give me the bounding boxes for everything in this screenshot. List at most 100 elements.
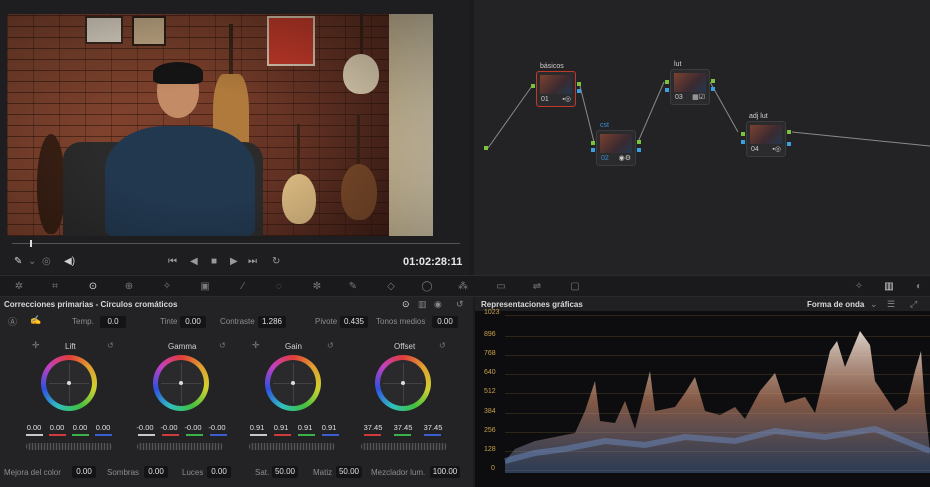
- source-input-dot[interactable]: [484, 146, 488, 150]
- node-output-dot[interactable]: [577, 89, 581, 93]
- shadows-field[interactable]: 0.00: [144, 466, 168, 478]
- window-icon[interactable]: ◇: [384, 280, 398, 293]
- white-balance-picker-icon[interactable]: ✍: [30, 315, 41, 326]
- hdr-icon[interactable]: ▣: [198, 280, 212, 293]
- node-output-dot[interactable]: [711, 87, 715, 91]
- play-icon[interactable]: ▶: [230, 256, 238, 268]
- chevron-down-icon[interactable]: ⌄: [870, 299, 878, 310]
- gamma-b[interactable]: -0.00: [206, 423, 228, 432]
- crosshair-icon[interactable]: ✛: [32, 340, 40, 351]
- 3d-icon[interactable]: ✧: [852, 280, 866, 293]
- node-basicos[interactable]: 01 ▪◎: [536, 71, 576, 107]
- wheels-mode-icon[interactable]: ⊙: [402, 299, 410, 310]
- node-input-dot[interactable]: [591, 141, 595, 145]
- camera-raw-icon[interactable]: ✲: [12, 280, 26, 293]
- lift-b[interactable]: 0.00: [92, 423, 114, 432]
- color-boost-field[interactable]: 0.00: [72, 466, 96, 478]
- node-input-dot[interactable]: [591, 148, 595, 152]
- gain-wheel[interactable]: [265, 355, 321, 411]
- gain-y[interactable]: 0.91: [246, 423, 268, 432]
- node-output-dot[interactable]: [637, 148, 641, 152]
- crosshair-icon[interactable]: ✛: [252, 340, 260, 351]
- offset-master-wheel[interactable]: [361, 443, 447, 450]
- color-wheels-icon[interactable]: ⊙: [86, 280, 100, 293]
- node-input-dot[interactable]: [741, 140, 745, 144]
- rgb-mixer-icon[interactable]: ⊕: [122, 280, 136, 293]
- pivot-field[interactable]: 0.435: [340, 316, 368, 328]
- volume-icon[interactable]: ◀): [64, 256, 75, 268]
- wheel-puck[interactable]: [291, 381, 295, 385]
- offset-r[interactable]: 37.45: [360, 423, 386, 432]
- reset-icon[interactable]: ↺: [107, 341, 114, 350]
- node-cst[interactable]: 02 ◉⚙: [596, 130, 636, 166]
- node-input-dot[interactable]: [665, 88, 669, 92]
- curves-icon[interactable]: ∕: [236, 280, 250, 293]
- more-icon[interactable]: ◐: [912, 280, 926, 293]
- picker-icon[interactable]: ✎: [14, 256, 22, 268]
- highlights-field[interactable]: 0.00: [207, 466, 231, 478]
- gain-r[interactable]: 0.91: [270, 423, 292, 432]
- lift-g[interactable]: 0.00: [69, 423, 91, 432]
- offset-g[interactable]: 37.45: [390, 423, 416, 432]
- node-output-dot[interactable]: [577, 82, 581, 86]
- playhead[interactable]: [30, 240, 32, 247]
- color-warper-icon[interactable]: ◌: [272, 280, 286, 293]
- audio-icon[interactable]: ◎: [42, 256, 51, 268]
- contrast-field[interactable]: 1.286: [258, 316, 286, 328]
- node-output-dot[interactable]: [787, 142, 791, 146]
- node-editor[interactable]: básicos 01 ▪◎ cst 02 ◉⚙ lut 03 ▦☑ adj lu…: [474, 0, 930, 275]
- reset-icon[interactable]: ↺: [439, 341, 446, 350]
- gamma-master-wheel[interactable]: [137, 443, 223, 450]
- lift-wheel[interactable]: [41, 355, 97, 411]
- motion-effects-icon[interactable]: ✧: [160, 280, 174, 293]
- node-input-dot[interactable]: [665, 80, 669, 84]
- magic-mask-icon[interactable]: ⁂: [456, 280, 470, 293]
- lift-y[interactable]: 0.00: [23, 423, 45, 432]
- wheel-puck[interactable]: [179, 381, 183, 385]
- tracker-icon[interactable]: ◯: [420, 280, 434, 293]
- gamma-r[interactable]: -0.00: [158, 423, 180, 432]
- reset-icon[interactable]: ↺: [456, 299, 464, 310]
- tint-field[interactable]: 0.00: [180, 316, 206, 328]
- eyedropper-icon[interactable]: ✎: [346, 280, 360, 293]
- node-lut[interactable]: 03 ▦☑: [670, 69, 710, 105]
- gain-b[interactable]: 0.91: [318, 423, 340, 432]
- gamma-wheel[interactable]: [153, 355, 209, 411]
- lum-mix-field[interactable]: 100.00: [430, 466, 460, 478]
- key-icon[interactable]: ⇌: [530, 280, 544, 293]
- wheel-puck[interactable]: [67, 381, 71, 385]
- gain-master-wheel[interactable]: [249, 443, 335, 450]
- offset-wheel[interactable]: [375, 355, 431, 411]
- gamma-g[interactable]: -0.00: [182, 423, 204, 432]
- reset-icon[interactable]: ↺: [327, 341, 334, 350]
- auto-balance-icon[interactable]: Ⓐ: [8, 315, 17, 328]
- expand-icon[interactable]: ⤢: [910, 299, 917, 310]
- scopes-icon[interactable]: ▥: [882, 280, 896, 293]
- qualifier-icon[interactable]: ✼: [310, 280, 324, 293]
- bars-mode-icon[interactable]: ▥: [418, 299, 427, 310]
- temp-field[interactable]: 0.0: [100, 316, 126, 328]
- sizing-icon[interactable]: ▢: [568, 280, 582, 293]
- offset-b[interactable]: 37.45: [420, 423, 446, 432]
- step-back-icon[interactable]: ◀: [190, 256, 198, 268]
- midtones-field[interactable]: 0.00: [432, 316, 458, 328]
- saturation-field[interactable]: 50.00: [272, 466, 298, 478]
- node-output-dot[interactable]: [711, 79, 715, 83]
- scrub-bar[interactable]: [12, 243, 460, 244]
- reset-icon[interactable]: ↺: [219, 341, 226, 350]
- node-output-dot[interactable]: [787, 130, 791, 134]
- loop-icon[interactable]: ↻: [272, 256, 280, 268]
- gamma-y[interactable]: -0.00: [134, 423, 156, 432]
- skip-start-icon[interactable]: ⏮: [168, 256, 177, 268]
- settings-icon[interactable]: ☰: [887, 299, 895, 310]
- gain-g[interactable]: 0.91: [294, 423, 316, 432]
- scope-mode-select[interactable]: Forma de onda: [807, 300, 864, 309]
- node-input-dot[interactable]: [741, 132, 745, 136]
- lift-r[interactable]: 0.00: [46, 423, 68, 432]
- log-mode-icon[interactable]: ◉: [434, 299, 442, 310]
- hue-field[interactable]: 50.00: [336, 466, 362, 478]
- node-output-dot[interactable]: [637, 140, 641, 144]
- video-frame[interactable]: [7, 14, 433, 236]
- node-adj-lut[interactable]: 04 ▪◎: [746, 121, 786, 157]
- stop-icon[interactable]: ■: [211, 256, 217, 268]
